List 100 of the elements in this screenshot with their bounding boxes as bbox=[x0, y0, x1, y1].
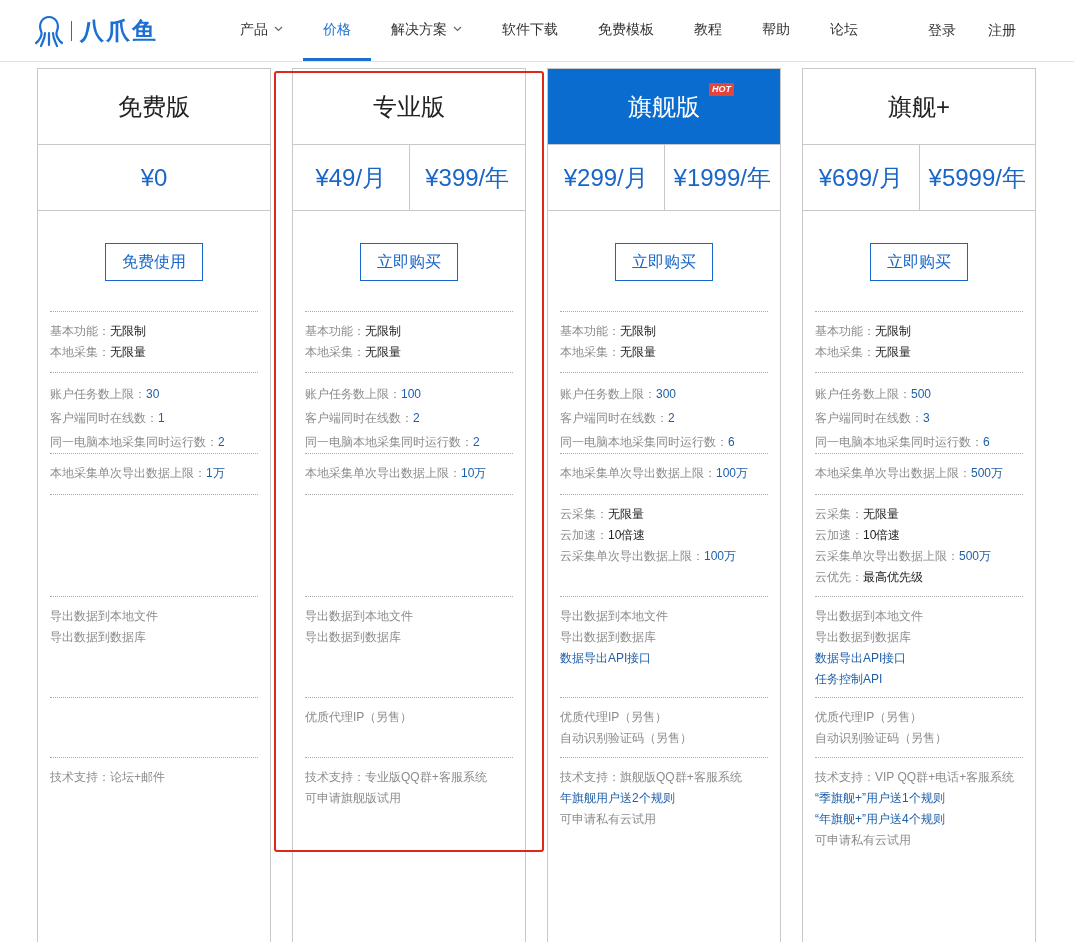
nav-link[interactable]: 论坛 bbox=[810, 0, 878, 61]
feature-value: 100 bbox=[401, 386, 422, 403]
feature-label: 云加速： bbox=[815, 527, 863, 544]
feature-value: 无限量 bbox=[365, 344, 401, 361]
feature-label: 本地采集： bbox=[50, 344, 110, 361]
nav-link[interactable]: 价格 bbox=[303, 0, 371, 61]
price-cell-text: ¥699/月 bbox=[817, 162, 904, 193]
nav-link[interactable]: 帮助 bbox=[742, 0, 810, 61]
feature-text: 技术支持：VIP QQ群+电话+客服系统 bbox=[815, 769, 1016, 786]
account-link[interactable]: 登录 bbox=[928, 20, 956, 41]
nav-link[interactable]: 教程 bbox=[674, 0, 742, 61]
nav-link[interactable]: 软件下载 bbox=[482, 0, 578, 61]
feature-text: 导出数据到本地文件 bbox=[815, 608, 924, 625]
feature-text: 技术支持：论坛+邮件 bbox=[50, 769, 166, 786]
feature-text: 导出数据到本地文件 bbox=[305, 608, 414, 625]
feature-label: 账户任务数上限： bbox=[50, 386, 146, 403]
feature-label: 客户端同时在线数： bbox=[815, 410, 923, 427]
feature-value: 100万 bbox=[716, 465, 749, 482]
feature-value: 10万 bbox=[461, 465, 487, 482]
feature-label: 同一电脑本地采集同时运行数： bbox=[50, 434, 218, 451]
feature-value: 6 bbox=[983, 434, 990, 451]
price-cell: ¥1999/年 bbox=[663, 145, 780, 210]
purchase-button[interactable]: 免费使用 bbox=[105, 242, 203, 281]
plan-name: 旗舰+ bbox=[888, 91, 950, 122]
feature-text: 优质代理IP（另售） bbox=[815, 709, 924, 726]
hot-badge: HOT bbox=[709, 83, 734, 96]
feature-value: 无限量 bbox=[110, 344, 146, 361]
feature-label: 云采集单次导出数据上限： bbox=[815, 548, 959, 565]
feature-value: 100万 bbox=[704, 548, 737, 565]
feature-label: 云优先： bbox=[815, 569, 863, 586]
feature-label: 账户任务数上限： bbox=[815, 386, 911, 403]
feature-value: 无限量 bbox=[863, 506, 899, 523]
feature-value: 无限制 bbox=[365, 323, 401, 340]
price-cell-text: ¥49/月 bbox=[314, 162, 388, 193]
feature-text: “年旗舰+”用户送4个规则 bbox=[815, 811, 946, 828]
feature-text: 数据导出API接口 bbox=[815, 650, 908, 667]
feature-text: 技术支持：专业版QQ群+客服系统 bbox=[305, 769, 488, 786]
feature-label: 云采集： bbox=[560, 506, 608, 523]
feature-value: 无限制 bbox=[620, 323, 656, 340]
feature-value: 10倍速 bbox=[863, 527, 901, 544]
feature-text: 导出数据到本地文件 bbox=[50, 608, 159, 625]
account-link[interactable]: 注册 bbox=[988, 20, 1016, 41]
feature-text: 技术支持：旗舰版QQ群+客服系统 bbox=[560, 769, 743, 786]
feature-label: 基本功能： bbox=[305, 323, 365, 340]
nav-link[interactable]: 免费模板 bbox=[578, 0, 674, 61]
feature-value: 无限量 bbox=[620, 344, 656, 361]
feature-text: 自动识别验证码（另售） bbox=[560, 730, 693, 747]
feature-value: 最高优先级 bbox=[863, 569, 923, 586]
feature-value: 2 bbox=[473, 434, 480, 451]
purchase-button[interactable]: 立即购买 bbox=[870, 242, 968, 281]
price-cell-text: ¥299/月 bbox=[562, 162, 649, 193]
plan-name: 免费版 bbox=[118, 91, 190, 122]
feature-text: 任务控制API bbox=[815, 671, 884, 688]
feature-label: 同一电脑本地采集同时运行数： bbox=[560, 434, 728, 451]
feature-value: 1万 bbox=[206, 465, 225, 482]
feature-value: 500 bbox=[911, 386, 932, 403]
feature-label: 账户任务数上限： bbox=[560, 386, 656, 403]
feature-text: 自动识别验证码（另售） bbox=[815, 730, 948, 747]
logo-text[interactable]: 八爪鱼 bbox=[80, 12, 158, 49]
feature-label: 基本功能： bbox=[560, 323, 620, 340]
feature-text: 优质代理IP（另售） bbox=[305, 709, 414, 726]
feature-value: 无限量 bbox=[608, 506, 644, 523]
plan-name: 专业版 bbox=[373, 91, 445, 122]
feature-label: 客户端同时在线数： bbox=[305, 410, 413, 427]
feature-value: 无限制 bbox=[875, 323, 911, 340]
feature-label: 云采集： bbox=[815, 506, 863, 523]
feature-label: 本地采集： bbox=[815, 344, 875, 361]
feature-label: 本地采集单次导出数据上限： bbox=[815, 465, 971, 482]
feature-label: 同一电脑本地采集同时运行数： bbox=[815, 434, 983, 451]
feature-label: 本地采集单次导出数据上限： bbox=[305, 465, 461, 482]
feature-value: 2 bbox=[413, 410, 420, 427]
nav-link[interactable]: 解决方案 bbox=[371, 0, 482, 61]
purchase-button[interactable]: 立即购买 bbox=[615, 242, 713, 281]
feature-value: 6 bbox=[728, 434, 735, 451]
feature-text: “季旗舰+”用户送1个规则 bbox=[815, 790, 946, 807]
feature-value: 30 bbox=[146, 386, 160, 403]
feature-label: 基本功能： bbox=[815, 323, 875, 340]
feature-value: 500万 bbox=[959, 548, 992, 565]
feature-text: 导出数据到数据库 bbox=[50, 629, 147, 646]
feature-label: 同一电脑本地采集同时运行数： bbox=[305, 434, 473, 451]
feature-text: 年旗舰用户送2个规则 bbox=[560, 790, 676, 807]
feature-text: 优质代理IP（另售） bbox=[560, 709, 669, 726]
purchase-button[interactable]: 立即购买 bbox=[360, 242, 458, 281]
plan-name: 旗舰版 bbox=[628, 91, 700, 122]
feature-text: 导出数据到数据库 bbox=[560, 629, 657, 646]
feature-value: 1 bbox=[158, 410, 165, 427]
feature-text: 可申请私有云试用 bbox=[815, 832, 912, 849]
feature-label: 本地采集单次导出数据上限： bbox=[50, 465, 206, 482]
feature-text: 导出数据到数据库 bbox=[815, 629, 912, 646]
feature-label: 账户任务数上限： bbox=[305, 386, 401, 403]
feature-value: 500万 bbox=[971, 465, 1004, 482]
feature-label: 基本功能： bbox=[50, 323, 110, 340]
feature-label: 本地采集单次导出数据上限： bbox=[560, 465, 716, 482]
feature-label: 客户端同时在线数： bbox=[50, 410, 158, 427]
feature-value: 无限制 bbox=[110, 323, 146, 340]
nav-link[interactable]: 产品 bbox=[220, 0, 303, 61]
octopus-logo-icon bbox=[35, 14, 63, 47]
feature-value: 2 bbox=[668, 410, 675, 427]
feature-label: 本地采集： bbox=[305, 344, 365, 361]
feature-value: 无限量 bbox=[875, 344, 911, 361]
